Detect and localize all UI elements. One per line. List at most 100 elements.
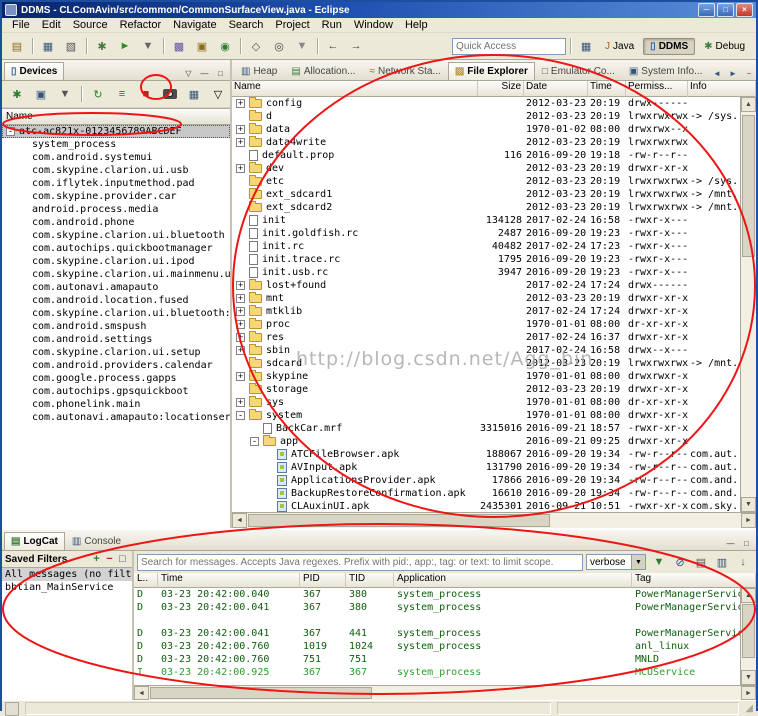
devices-minimize-icon[interactable]: — [197, 67, 212, 80]
open-perspective-icon[interactable]: ▦ [575, 35, 597, 57]
process-row[interactable]: android.process.media [2, 203, 230, 216]
print-icon[interactable]: ▧ [60, 35, 82, 57]
column-header-name[interactable]: Name [232, 81, 478, 97]
file-row[interactable]: default.prop 116 2016-09-20 19:18 -rw-r--r-- [232, 149, 740, 162]
file-row[interactable]: + proc 1970-01-01 08:00 dr-xr-xr-x [232, 318, 740, 331]
file-row[interactable]: AVInput.apk 131790 2016-09-20 19:34 -rw-r--r… [232, 461, 740, 474]
process-row[interactable]: com.skypine.clarion.ui.bluetooth:remot [2, 307, 230, 320]
file-row[interactable]: sdcard 2012-03-2320:19 lrwxrwxrwx-> /mnt..… [232, 357, 740, 370]
menu-source[interactable]: Source [67, 19, 114, 31]
save-log-icon[interactable]: ▼ [649, 553, 669, 572]
logcat-search-input[interactable] [137, 553, 583, 571]
menu-help[interactable]: Help [399, 19, 434, 31]
menu-refactor[interactable]: Refactor [114, 19, 168, 31]
process-row[interactable]: com.iflytek.inputmethod.pad [2, 177, 230, 190]
resize-grip[interactable]: ◢ [745, 703, 753, 714]
column-header-date[interactable]: Date [524, 81, 588, 97]
autoscroll-icon[interactable]: ↓ [733, 553, 753, 572]
maximize-window-button[interactable]: □ [717, 3, 734, 17]
column-header-permiss[interactable]: Permiss... [626, 81, 688, 97]
process-row[interactable]: com.skypine.clarion.ui.ipod [2, 255, 230, 268]
devices-view-menu-icon[interactable]: ▽ [181, 67, 196, 80]
expand-icon[interactable]: + [236, 293, 245, 303]
tab-devices[interactable]: ▯ Devices [4, 62, 65, 80]
process-row[interactable]: com.android.phone [2, 216, 230, 229]
menu-edit[interactable]: Edit [36, 19, 67, 31]
expand-icon[interactable]: + [236, 306, 245, 316]
log-row[interactable]: D 03-23 20:42:00.040 367 380 system_process P… [134, 588, 740, 601]
tab-emulator-co[interactable]: □ Emulator Co... [535, 62, 622, 80]
device-row[interactable]: - atc-ac821x-0123456789ABCDEF [2, 125, 230, 138]
file-row[interactable]: + skypine 1970-01-01 08:00 drwxrwxr-x [232, 370, 740, 383]
process-row[interactable]: com.skypine.clarion.ui.setup [2, 346, 230, 359]
file-row[interactable]: + res 2017-02-24 16:37 drwxr-xr-x [232, 331, 740, 344]
new-class-icon[interactable]: ◉ [214, 35, 236, 57]
perspective-debug[interactable]: ✱ Debug [697, 38, 752, 55]
menu-navigate[interactable]: Navigate [167, 19, 222, 31]
file-row[interactable]: + config 2012-03-23 20:19 drwx------ [232, 97, 740, 110]
process-row[interactable]: com.skypine.clarion.ui.bluetooth [2, 229, 230, 242]
process-row[interactable]: com.autochips.gpsquickboot [2, 385, 230, 398]
file-row[interactable]: - system 1970-01-01 08:00 drwxr-xr-x [232, 409, 740, 422]
log-column-header-pid[interactable]: PID [300, 573, 346, 588]
log-row[interactable]: I 03-23 20:42:00.925 367 367 system_process M… [134, 666, 740, 679]
scroll-left-icon[interactable]: ◄ [134, 686, 149, 700]
scroll-right-icon[interactable]: ► [741, 513, 756, 528]
tab-heap[interactable]: ▥ Heap [234, 62, 284, 80]
explorer-horizontal-scrollbar[interactable]: ◄ ► [232, 512, 756, 528]
tab-system-info[interactable]: ▣ System Info... [622, 62, 710, 80]
process-row[interactable]: com.android.location.fused [2, 294, 230, 307]
filter-item[interactable]: bbtian_MainService [2, 581, 132, 594]
log-column-header-time[interactable]: Time [158, 573, 300, 588]
devices-name-column-header[interactable]: Name [2, 108, 230, 125]
file-row[interactable]: BackCar.mrf 3315016 2016-09-21 18:57 -rwxr-x… [232, 422, 740, 435]
process-row[interactable]: com.google.process.gapps [2, 372, 230, 385]
log-row[interactable]: D 03-23 20:42:00.041 367 380 system_process P… [134, 601, 740, 614]
column-header-size[interactable]: Size [478, 81, 524, 97]
process-row[interactable]: com.android.systemui [2, 151, 230, 164]
file-row[interactable]: + sbin 2017-02-24 16:58 drwx--x--- [232, 344, 740, 357]
tab-allocation[interactable]: ▤ Allocation... [284, 62, 362, 80]
file-row[interactable]: + mtklib 2017-02-24 17:24 drwxr-xr-x [232, 305, 740, 318]
file-row[interactable]: + data4write 2012-03-23 20:19 lrwxrwxrwx [232, 136, 740, 149]
log-row[interactable]: D 03-23 20:42:00.760 1019 1024 system_proces… [134, 640, 740, 653]
quick-access-input[interactable] [452, 37, 567, 55]
log-column-header-l[interactable]: L.. [134, 573, 158, 588]
title-bar[interactable]: DDMS - CLComAvin/src/common/CommonSurfac… [2, 2, 756, 18]
tab-file-explorer[interactable]: ▨ File Explorer [447, 62, 535, 80]
process-row[interactable]: com.skypine.clarion.ui.mainmenu.ui [2, 268, 230, 281]
file-row[interactable]: d 2012-03-2320:19 lrwxrwxrwx-> /sys... [232, 110, 740, 123]
menu-window[interactable]: Window [348, 19, 399, 31]
gc-icon[interactable]: ↻ [87, 83, 109, 105]
process-row[interactable]: com.autonavi.amapauto:locationservice [2, 411, 230, 424]
edit-filter-icon[interactable]: □ [116, 553, 129, 566]
hierarchy-view-icon[interactable]: ▦ [183, 83, 205, 105]
process-row[interactable]: com.android.providers.calendar [2, 359, 230, 372]
file-row[interactable]: - app 2016-09-21 09:25 drwxr-xr-x [232, 435, 740, 448]
log-row[interactable] [134, 614, 740, 627]
new-java-project-icon[interactable]: ▩ [168, 35, 190, 57]
process-row[interactable]: com.android.smspush [2, 320, 230, 333]
scroll-up-icon[interactable]: ▲ [741, 97, 756, 112]
file-row[interactable]: CLAuxinUI.apk 2435301 2016-09-21 10:51 -rwxr… [232, 500, 740, 512]
process-row[interactable]: com.autonavi.amapauto [2, 281, 230, 294]
new-wizard-icon[interactable]: ▤ [6, 35, 28, 57]
tab-logcat[interactable]: ▤ LogCat [4, 532, 65, 550]
scroll-left-icon[interactable]: ◄ [232, 513, 247, 528]
file-row[interactable]: + mnt 2012-03-23 20:19 drwxr-xr-x [232, 292, 740, 305]
process-row[interactable]: com.android.settings [2, 333, 230, 346]
file-row[interactable]: etc 2012-03-2320:19 lrwxrwxrwx-> /sys... [232, 175, 740, 188]
pull-file-icon[interactable]: ◄ [709, 67, 724, 80]
minimize-window-button[interactable]: ─ [698, 3, 715, 17]
save-icon[interactable]: ▦ [37, 35, 59, 57]
tab-console[interactable]: ▥ Console [65, 532, 128, 550]
logcat-vertical-scrollbar[interactable]: ▲ ▼ [740, 588, 756, 685]
clear-log-icon[interactable]: ⊘ [670, 553, 690, 572]
new-package-icon[interactable]: ▣ [191, 35, 213, 57]
run-icon[interactable]: ► [114, 35, 136, 57]
file-row[interactable]: init.trace.rc 1795 2016-09-20 19:23 -rwxr-x-… [232, 253, 740, 266]
perspective-java[interactable]: J Java [598, 38, 641, 55]
display-filters-icon[interactable]: ▥ [712, 553, 732, 572]
menu-search[interactable]: Search [223, 19, 270, 31]
delete-file-icon[interactable]: − [741, 67, 756, 80]
